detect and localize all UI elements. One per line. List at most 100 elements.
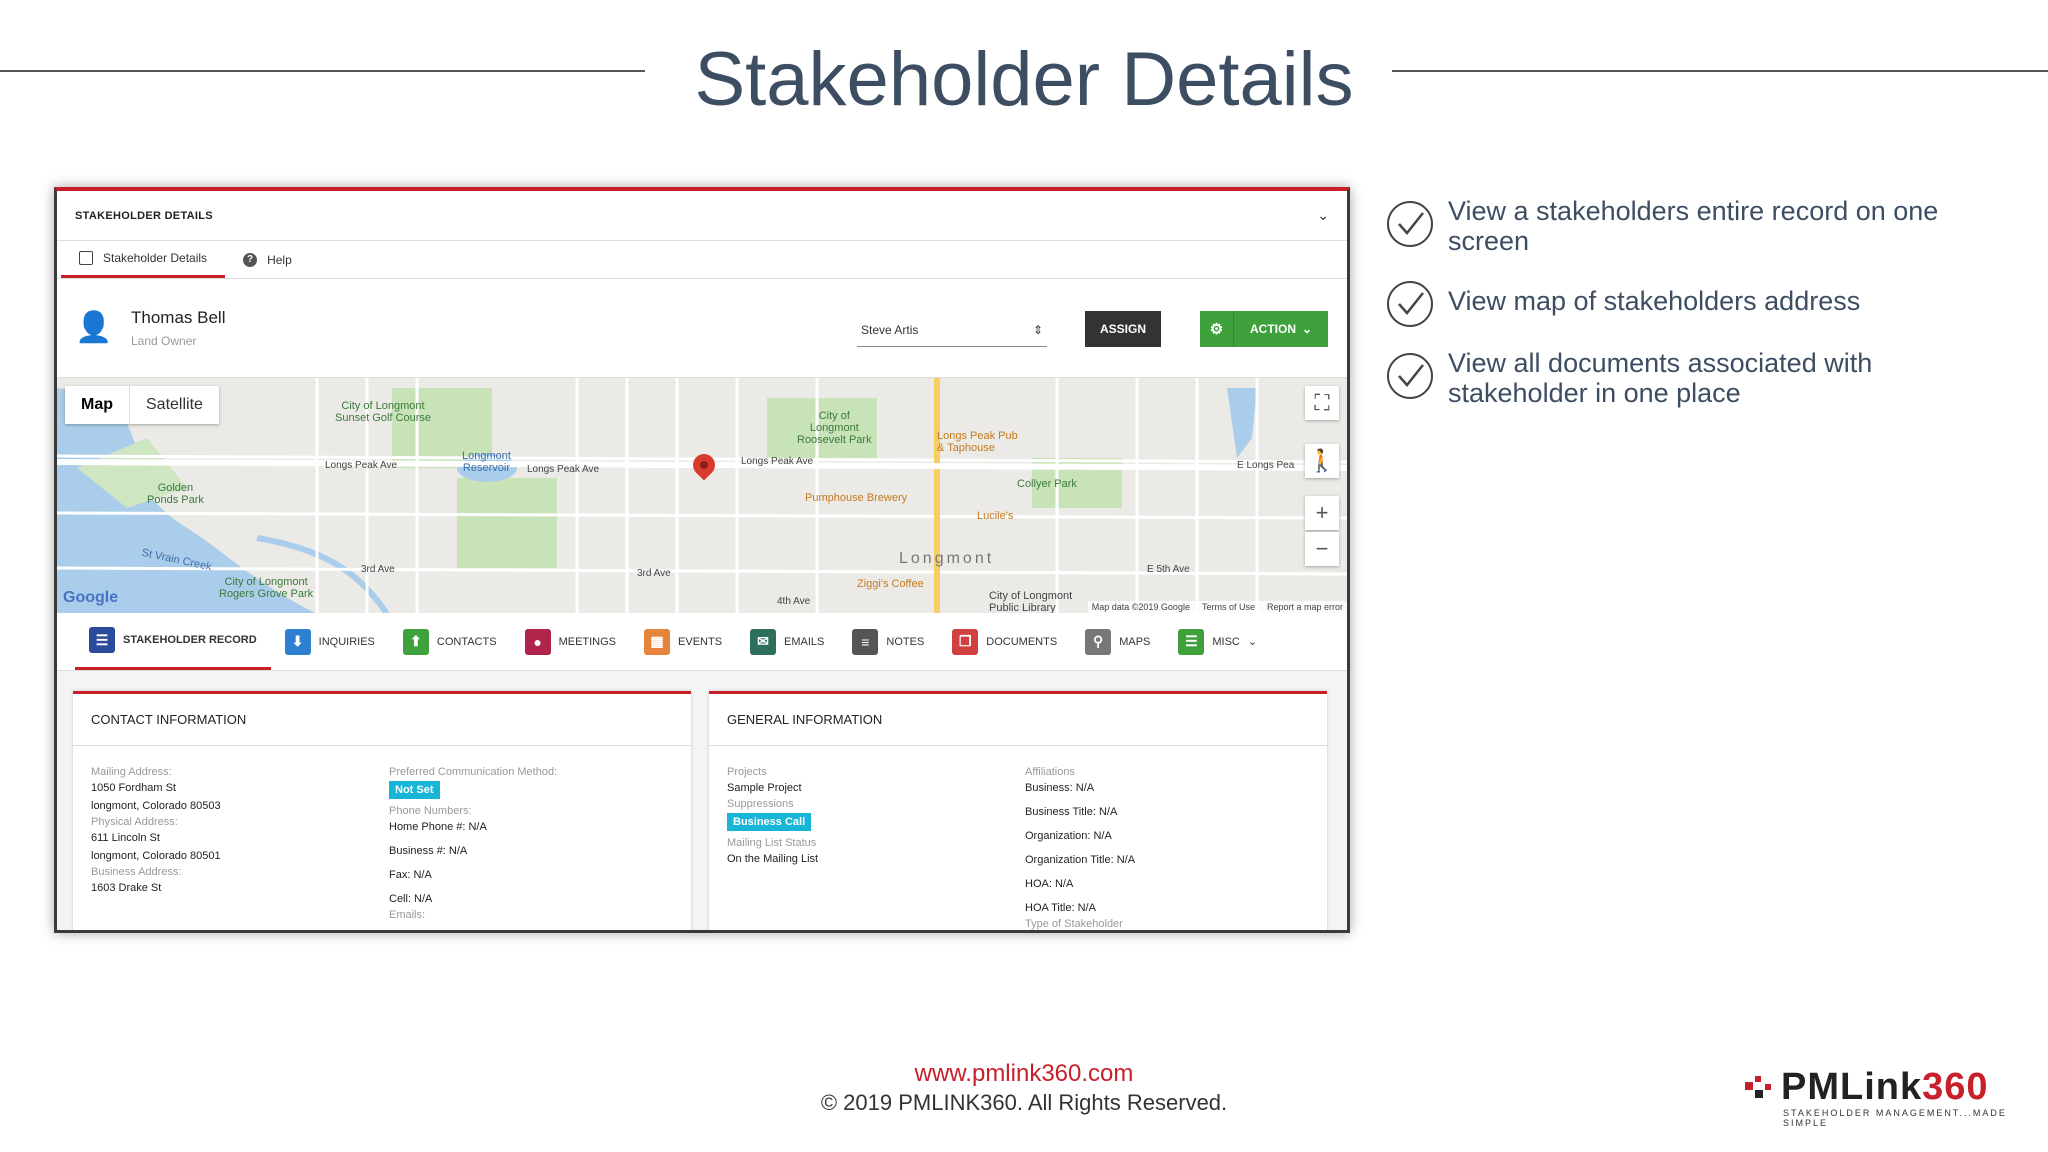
field-value: 611 Lincoln St — [91, 832, 160, 844]
meetings-icon: ● — [524, 628, 551, 655]
info-cards: CONTACT INFORMATION Mailing Address: 105… — [57, 671, 1347, 930]
fullscreen-icon[interactable]: ⛶ — [1305, 386, 1339, 420]
module-maps[interactable]: ⚲ MAPS — [1071, 613, 1164, 670]
map-toggle-map[interactable]: Map — [65, 386, 130, 424]
field-label: Projects — [727, 766, 767, 778]
pmlink360-logo: PMLink360 STAKEHOLDER MANAGEMENT...MADE … — [1745, 1068, 2048, 1128]
field-value: HOA Title: N/A — [1025, 902, 1096, 914]
general-right-column: Affiliations Business: N/A Business Titl… — [1025, 764, 1135, 930]
module-label: MAPS — [1119, 635, 1151, 648]
logo-mark-icon — [1745, 1076, 1771, 1098]
logo-word: PMLink360 — [1781, 1068, 2048, 1106]
check-circle-icon — [1387, 281, 1433, 327]
assign-button[interactable]: ASSIGN — [1085, 311, 1161, 347]
map-label-roosevelt: City of Longmont Roosevelt Park — [797, 410, 872, 446]
website-link[interactable]: www.pmlink360.com — [0, 1060, 2048, 1088]
app-screenshot: STAKEHOLDER DETAILS ⌄ Stakeholder Detail… — [54, 187, 1350, 933]
slide: Stakeholder Details STAKEHOLDER DETAILS … — [0, 0, 2048, 1152]
street-view-icon[interactable]: 🚶 — [1305, 444, 1339, 478]
panel-header[interactable]: STAKEHOLDER DETAILS ⌄ — [57, 191, 1347, 241]
status-badge: Not Set — [389, 781, 440, 799]
tab-help[interactable]: ? Help — [225, 241, 310, 278]
module-label: DOCUMENTS — [986, 635, 1058, 648]
record-icon: ☰ — [89, 627, 115, 653]
contact-comm-column: Preferred Communication Method: Not Set … — [389, 764, 557, 921]
map-label-golf: City of Longmont Sunset Golf Course — [335, 400, 431, 424]
map-label-lucile: Lucile's — [977, 510, 1014, 522]
map-label-longs3: Longs Peak Ave — [741, 456, 814, 467]
field-label: Mailing Address: — [91, 766, 172, 778]
module-label: CONTACTS — [436, 635, 497, 648]
feature-text: View a stakeholders entire record on one… — [1448, 196, 1939, 256]
notes-icon: ≡ — [852, 628, 879, 655]
map-attribution: Map data ©2019 Google Terms of Use Repor… — [1087, 601, 1347, 613]
map-label-third: 3rd Ave — [361, 564, 395, 575]
assignee-value: Steve Artis — [861, 322, 919, 337]
zoom-out-icon[interactable]: − — [1305, 532, 1339, 566]
report-error-link[interactable]: Report a map error — [1267, 602, 1343, 612]
inquiries-icon: ⬇ — [284, 628, 311, 655]
emails-icon: ✉ — [750, 628, 777, 655]
user-avatar-icon: 👤 — [75, 311, 113, 344]
status-badge: Business Call — [727, 813, 812, 831]
card-title: GENERAL INFORMATION — [709, 694, 1327, 746]
field-value: Cell: N/A — [389, 893, 433, 905]
logo-tagline: STAKEHOLDER MANAGEMENT...MADE SIMPLE — [1783, 1108, 2007, 1128]
chevron-down-icon: ⌄ — [1247, 636, 1258, 648]
zoom-in-icon[interactable]: + — [1305, 496, 1339, 530]
map-label-longmont: Longmont — [899, 550, 995, 567]
map-label-rogers: City of Longmont Rogers Grove Park — [219, 576, 314, 600]
field-value: HOA: N/A — [1025, 878, 1074, 890]
field-value: longmont, Colorado 80503 — [91, 800, 221, 812]
general-information-card: GENERAL INFORMATION Projects Sample Proj… — [709, 691, 1327, 930]
check-circle-icon — [1387, 201, 1433, 247]
contact-address-column: Mailing Address: 1050 Fordham St longmon… — [91, 764, 221, 904]
module-label: NOTES — [886, 635, 925, 648]
module-notes[interactable]: ≡ NOTES — [838, 613, 938, 670]
help-icon: ? — [243, 252, 258, 267]
module-label: EVENTS — [678, 635, 723, 648]
module-documents[interactable]: ❐ DOCUMENTS — [938, 613, 1071, 670]
module-stakeholder-record[interactable]: ☰ STAKEHOLDER RECORD — [75, 613, 271, 670]
feature-text: View map of stakeholders address — [1448, 286, 1861, 316]
map-label-pub: Longs Peak Pub & Taphouse — [937, 430, 1018, 454]
map-view[interactable]: Map Satellite ⛶ 🚶 + − City of Longmont S… — [57, 377, 1347, 613]
map-label-reservoir: Longmont Reservoir — [462, 450, 511, 474]
field-value: 1050 Fordham St — [91, 782, 176, 794]
map-label-longs2: Longs Peak Ave — [527, 464, 600, 475]
field-value: Business: N/A — [1025, 782, 1095, 794]
tab-stakeholder-details[interactable]: Stakeholder Details — [61, 241, 226, 278]
map-toggle-satellite[interactable]: Satellite — [130, 386, 219, 424]
logo-text-b: 360 — [1922, 1066, 1989, 1108]
field-value: Business Title: N/A — [1025, 806, 1118, 818]
module-label: MEETINGS — [558, 635, 617, 648]
map-type-toggle: Map Satellite — [65, 386, 219, 424]
field-label: Emails: — [389, 909, 426, 921]
feature-item: View all documents associated with stake… — [1386, 348, 2006, 408]
assignee-select[interactable]: Steve Artis ⇕ — [857, 313, 1047, 347]
module-contacts[interactable]: ⬆ CONTACTS — [389, 613, 511, 670]
module-inquiries[interactable]: ⬇ INQUIRIES — [271, 613, 389, 670]
module-events[interactable]: ▦ EVENTS — [630, 613, 736, 670]
chevron-down-icon[interactable]: ⌄ — [1317, 207, 1329, 224]
module-meetings[interactable]: ● MEETINGS — [511, 613, 630, 670]
map-label-third2: 3rd Ave — [637, 568, 671, 579]
module-emails[interactable]: ✉ EMAILS — [736, 613, 838, 670]
map-label-collyer: Collyer Park — [1017, 478, 1077, 490]
misc-icon: ☰ — [1178, 628, 1205, 655]
field-value: Business #: N/A — [389, 845, 468, 857]
field-label: Physical Address: — [91, 816, 178, 828]
module-label: STAKEHOLDER RECORD — [123, 634, 257, 646]
google-logo: Google — [63, 589, 119, 606]
map-label-library: City of Longmont Public Library — [989, 590, 1073, 613]
field-label: Preferred Communication Method: — [389, 766, 558, 778]
contacts-icon: ⬆ — [402, 628, 429, 655]
module-label: INQUIRIES — [318, 635, 375, 648]
action-button[interactable]: ⚙ ACTION ⌄ — [1200, 311, 1328, 347]
terms-link[interactable]: Terms of Use — [1202, 602, 1255, 612]
module-misc[interactable]: ☰ MISC ⌄ — [1164, 613, 1271, 670]
field-value: Fax: N/A — [389, 869, 432, 881]
field-label: Phone Numbers: — [389, 805, 472, 817]
gear-icon: ⚙ — [1200, 311, 1234, 347]
feature-list: View a stakeholders entire record on one… — [1386, 196, 2006, 428]
